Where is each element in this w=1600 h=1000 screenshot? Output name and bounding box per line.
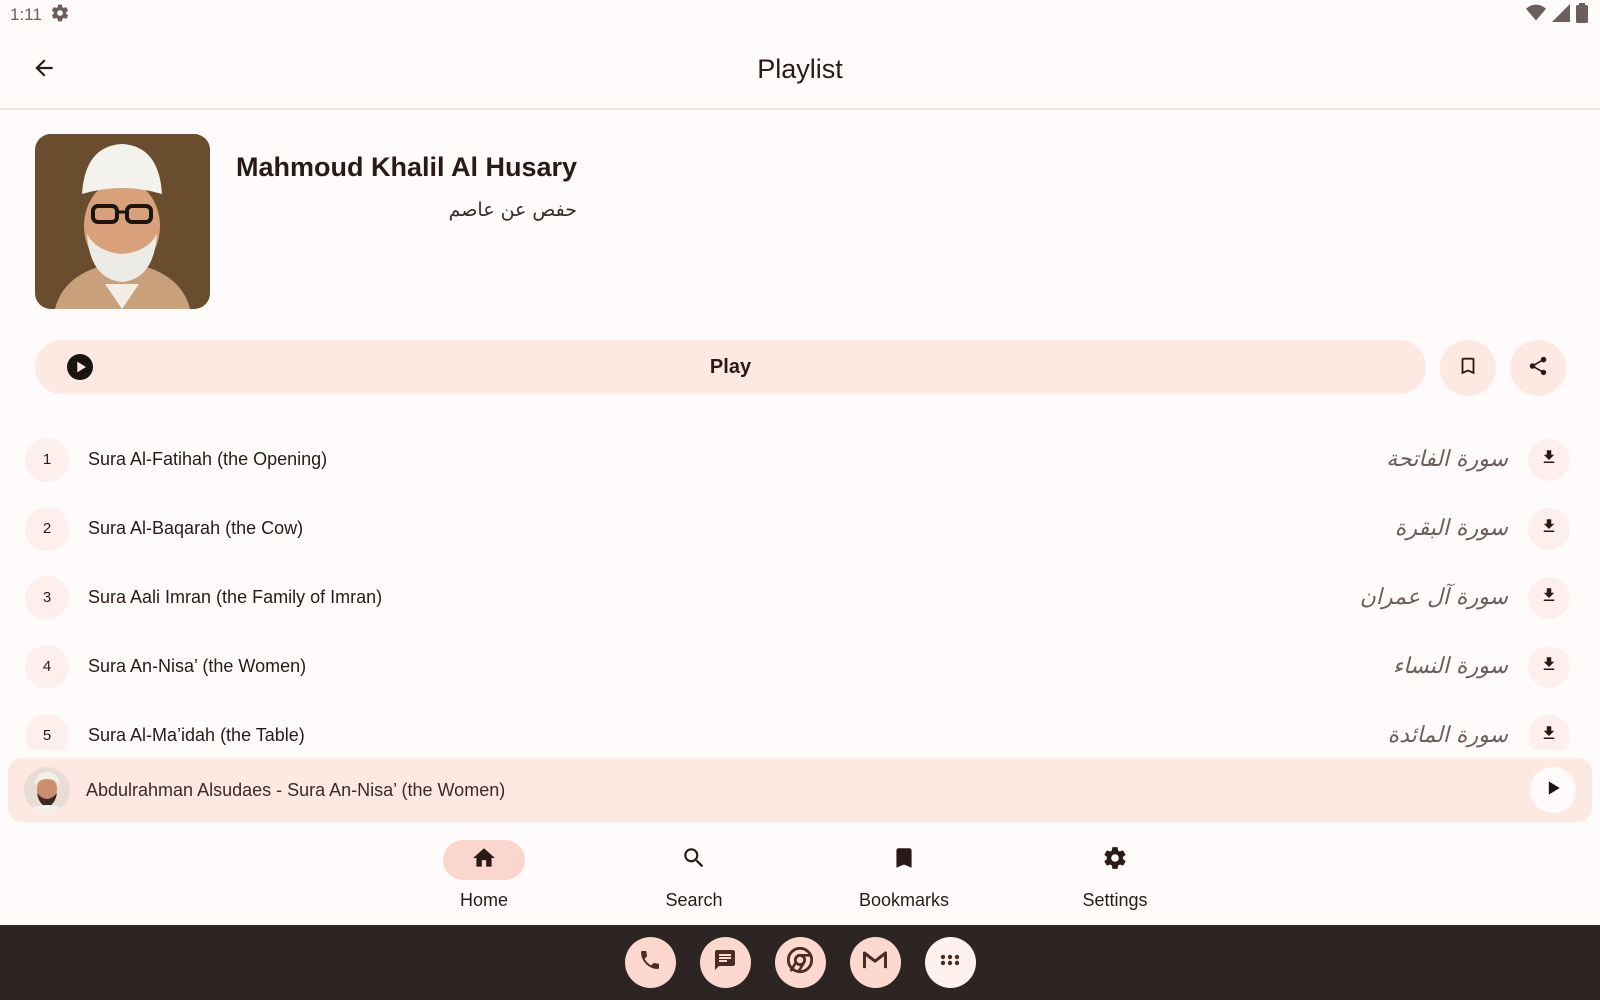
play-icon [1543, 778, 1563, 803]
app-bar: Playlist [0, 30, 1600, 110]
sura-name: Sura Al-Fatihah (the Opening) [88, 449, 328, 469]
arrow-back-icon [31, 55, 57, 86]
sura-calligraphy: سورة آل عمران [1359, 585, 1508, 610]
sura-calligraphy: سورة المائدة [1387, 723, 1508, 748]
nav-icon-wrap [653, 840, 735, 880]
nav-bookmarks[interactable]: Bookmarks [834, 840, 974, 911]
dock-gmail[interactable] [849, 937, 901, 988]
reciter-name: Mahmoud Khalil Al Husary [236, 152, 578, 182]
play-label: Play [709, 355, 752, 378]
dock-app-drawer[interactable] [924, 937, 976, 988]
sura-list: 1 Sura Al-Fatihah (the Opening) سورة الف… [0, 425, 1600, 750]
now-playing-text: Abdulrahman Alsudaes - Sura An-Nisa’ (th… [86, 779, 506, 800]
wifi-icon [1526, 4, 1546, 27]
download-button[interactable] [1528, 507, 1570, 550]
search-icon [681, 845, 707, 876]
nav-label: Home [459, 890, 508, 910]
download-button[interactable] [1528, 645, 1570, 688]
avatar [24, 767, 70, 813]
dock-messages[interactable] [699, 937, 751, 988]
reciter-info: Mahmoud Khalil Al Husary حفص عن عاصم [236, 152, 577, 309]
list-item[interactable]: 5 Sura Al-Ma’idah (the Table) سورة المائ… [0, 701, 1600, 750]
sura-name: Sura Al-Baqarah (the Cow) [88, 518, 304, 538]
download-icon [1540, 448, 1558, 471]
apps-grid-icon [938, 948, 962, 977]
gear-icon [50, 3, 70, 28]
mini-play-button[interactable] [1530, 767, 1576, 813]
share-button[interactable] [1510, 340, 1566, 396]
sura-number: 5 [25, 713, 69, 750]
list-item[interactable]: 2 Sura Al-Baqarah (the Cow) سورة البقرة [0, 494, 1600, 563]
sura-calligraphy: سورة النساء [1392, 654, 1508, 679]
sura-calligraphy: سورة الفاتحة [1386, 447, 1508, 472]
status-time: 1:11 [10, 5, 42, 24]
bottom-navigation: Home Search Bookmarks Settings [0, 832, 1600, 924]
share-icon [1527, 355, 1549, 382]
nav-label: Search [665, 890, 723, 910]
chrome-icon [786, 946, 814, 979]
nav-label: Bookmarks [858, 890, 950, 910]
status-right [1526, 2, 1588, 28]
list-item[interactable]: 1 Sura Al-Fatihah (the Opening) سورة الف… [0, 425, 1600, 494]
status-left: 1:11 [10, 3, 70, 28]
status-bar: 1:11 [0, 0, 1600, 30]
bookmark-outline-icon [1457, 355, 1479, 382]
nav-active-indicator [443, 840, 525, 880]
sura-name: Sura Al-Ma’idah (the Table) [88, 725, 305, 745]
dock-chrome[interactable] [774, 937, 826, 988]
bookmark-icon [891, 845, 917, 876]
battery-icon [1576, 2, 1588, 28]
nav-label: Settings [1082, 890, 1148, 910]
page-title: Playlist [757, 53, 843, 84]
download-icon [1540, 655, 1558, 678]
sura-number: 2 [25, 506, 69, 551]
download-button[interactable] [1528, 714, 1570, 750]
download-icon [1540, 517, 1558, 540]
settings-icon [1102, 845, 1128, 876]
nav-icon-wrap [863, 840, 945, 880]
sura-calligraphy: سورة البقرة [1394, 516, 1508, 541]
mini-player[interactable]: Abdulrahman Alsudaes - Sura An-Nisa’ (th… [8, 758, 1592, 822]
phone-icon [638, 948, 662, 977]
nav-icon-wrap [1074, 840, 1156, 880]
bookmark-button[interactable] [1440, 340, 1496, 396]
reciter-header: Mahmoud Khalil Al Husary حفص عن عاصم [35, 134, 577, 309]
download-icon [1540, 724, 1558, 747]
messages-icon [713, 948, 737, 977]
download-button[interactable] [1528, 438, 1570, 481]
nav-settings[interactable]: Settings [1045, 840, 1185, 911]
system-dock [0, 925, 1600, 1000]
nav-home[interactable]: Home [414, 840, 554, 911]
sura-name: Sura Aali Imran (the Family of Imran) [88, 587, 383, 607]
list-item[interactable]: 4 Sura An-Nisa’ (the Women) سورة النساء [0, 632, 1600, 701]
gmail-icon [861, 946, 889, 979]
play-all-button[interactable]: Play [35, 340, 1426, 394]
play-circle-icon [67, 354, 93, 385]
sura-number: 1 [25, 437, 69, 482]
sura-number: 3 [25, 575, 69, 620]
reciter-portrait [35, 134, 210, 309]
reciter-riwayah: حفص عن عاصم [448, 199, 578, 221]
download-icon [1540, 586, 1558, 609]
sura-number: 4 [25, 644, 69, 689]
back-button[interactable] [26, 52, 62, 88]
list-item[interactable]: 3 Sura Aali Imran (the Family of Imran) … [0, 563, 1600, 632]
sura-name: Sura An-Nisa’ (the Women) [88, 656, 307, 676]
download-button[interactable] [1528, 576, 1570, 619]
signal-icon [1552, 3, 1570, 27]
action-row: Play [35, 340, 1566, 396]
nav-search[interactable]: Search [624, 840, 764, 911]
home-icon [471, 845, 497, 876]
dock-phone[interactable] [624, 937, 676, 988]
